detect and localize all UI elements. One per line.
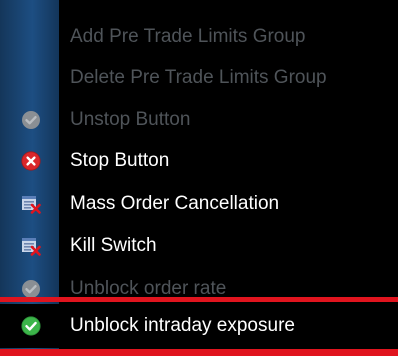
menu-item-label: Unstop Button — [70, 109, 191, 130]
menu-item-unblock-intraday-exposure[interactable]: Unblock intraday exposure — [0, 304, 398, 348]
list-with-red-x-icon — [22, 196, 41, 214]
menu-item-label: Add Pre Trade Limits Group — [70, 26, 306, 47]
list-with-red-x-icon — [22, 238, 41, 256]
menu-item-delete-pre-trade-limits-group[interactable]: Delete Pre Trade Limits Group — [0, 56, 398, 100]
grey-check-circle-icon — [22, 280, 40, 297]
menu-item-kill-switch[interactable]: Kill Switch — [0, 224, 398, 268]
menu-item-label: Stop Button — [70, 150, 170, 171]
menu-item-stop-button[interactable]: Stop Button — [0, 139, 398, 183]
menu-item-mass-order-cancellation[interactable]: Mass Order Cancellation — [0, 182, 398, 226]
highlight-top-border — [0, 297, 398, 302]
context-menu: Add Pre Trade Limits Group Delete Pre Tr… — [0, 0, 398, 356]
menu-item-label: Unblock order rate — [70, 278, 227, 297]
menu-item-label: Delete Pre Trade Limits Group — [70, 67, 327, 88]
green-check-circle-icon — [21, 316, 41, 336]
highlight-bottom-border — [0, 349, 398, 356]
menu-item-label: Kill Switch — [70, 235, 157, 256]
menu-item-unblock-order-rate[interactable]: Unblock order rate — [0, 267, 398, 297]
red-x-circle-icon — [21, 151, 41, 171]
menu-item-add-pre-trade-limits-group[interactable]: Add Pre Trade Limits Group — [0, 15, 398, 59]
grey-check-circle-icon — [22, 111, 40, 129]
menu-item-label: Mass Order Cancellation — [70, 193, 280, 214]
menu-item-unstop-button[interactable]: Unstop Button — [0, 98, 398, 142]
menu-item-label: Unblock intraday exposure — [70, 315, 295, 336]
